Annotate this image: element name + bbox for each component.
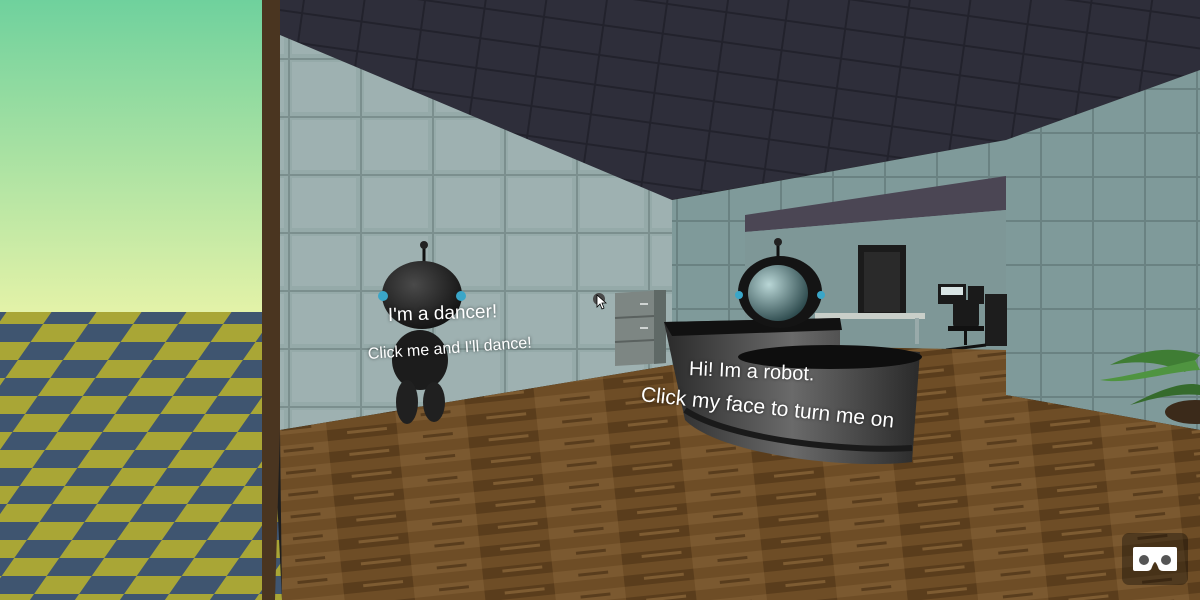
- mouse-pointer-icon: [593, 293, 607, 310]
- dancer-robot-title: I'm a dancer!: [387, 301, 498, 326]
- filing-cabinet: [614, 290, 666, 366]
- vr-goggles-icon: [1133, 547, 1177, 571]
- checkered-ground: [0, 312, 282, 600]
- sky: [0, 0, 280, 320]
- vr-mode-button[interactable]: [1122, 533, 1188, 585]
- wall-edge: [262, 0, 280, 600]
- robot-face[interactable]: [748, 265, 808, 321]
